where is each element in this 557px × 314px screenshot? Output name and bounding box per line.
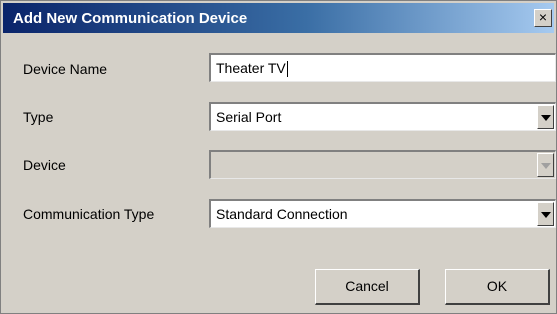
add-device-dialog: Add New Communication Device × Device Na… [0,0,557,314]
device-select [209,150,556,179]
dialog-title: Add New Communication Device [13,10,248,27]
title-bar[interactable]: Add New Communication Device × [3,3,554,33]
type-dropdown-button[interactable] [537,105,554,129]
communication-type-value: Standard Connection [216,206,348,222]
type-select[interactable]: Serial Port [209,102,556,131]
chevron-down-icon [541,163,551,169]
cancel-button[interactable]: Cancel [315,269,420,305]
ok-button[interactable]: OK [445,269,550,305]
communication-type-label: Communication Type [23,206,155,222]
close-button[interactable]: × [534,9,552,27]
text-cursor [287,61,288,77]
communication-type-select[interactable]: Standard Connection [209,199,556,228]
device-name-value: Theater TV [216,60,286,76]
type-label: Type [23,109,54,125]
type-value: Serial Port [216,109,282,125]
device-dropdown-button [537,153,554,177]
communication-type-dropdown-button[interactable] [537,202,554,226]
device-label: Device [23,157,66,173]
close-icon: × [538,9,548,25]
device-name-label: Device Name [23,61,108,77]
chevron-down-icon [541,115,551,121]
device-name-input[interactable]: Theater TV [209,53,556,82]
chevron-down-icon [541,212,551,218]
